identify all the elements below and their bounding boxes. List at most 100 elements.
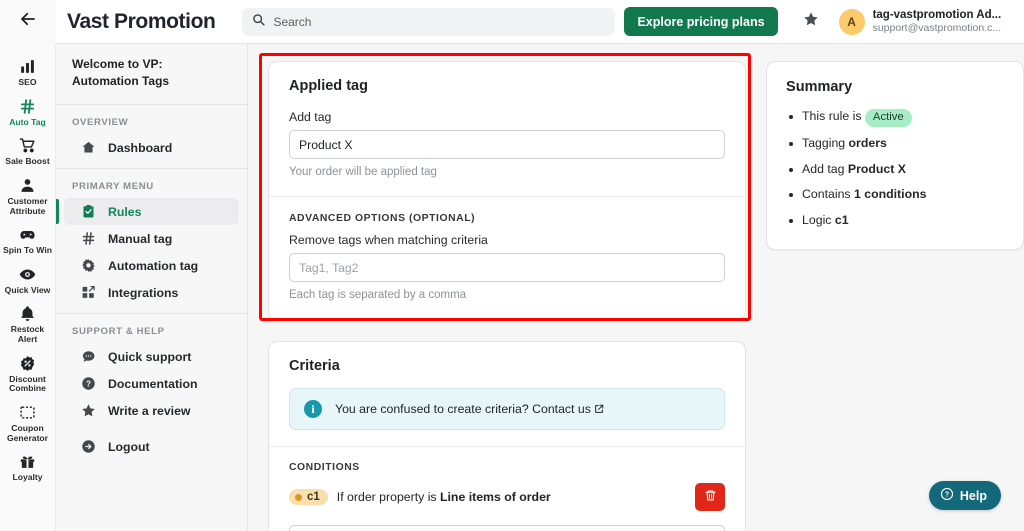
bar-chart-icon: [19, 57, 36, 76]
sidebar-item-documentation[interactable]: ? Documentation: [64, 370, 239, 397]
gear-icon: [80, 258, 97, 273]
sidebar-item-label: Integrations: [108, 285, 179, 300]
condition-row: c1 If order property is Line items of or…: [289, 483, 726, 511]
body: SEO Auto Tag Sale Boost Customer Attribu…: [0, 44, 1024, 531]
summary-item-prefix: This rule is: [802, 109, 862, 123]
condition-pill-label: c1: [307, 491, 320, 503]
gift-icon: [19, 452, 36, 471]
rail-label: Customer Attribute: [7, 195, 48, 216]
help-button-label: Help: [959, 488, 987, 503]
rail-label: Loyalty: [12, 472, 43, 483]
external-link-icon[interactable]: [594, 403, 604, 413]
favorite-star-button[interactable]: [800, 11, 822, 33]
rail-item-coupon-generator[interactable]: Coupon Generator: [0, 398, 55, 447]
applied-tag-top: Applied tag Add tag Your order will be a…: [269, 62, 745, 196]
rail-item-customer-attribute[interactable]: Customer Attribute: [0, 171, 55, 220]
conditions-section: CONDITIONS c1 If order property is Line …: [269, 447, 745, 531]
star-icon: [80, 403, 97, 418]
conditions-heading: CONDITIONS: [289, 462, 360, 473]
clipboard-check-icon: [80, 204, 97, 219]
summary-item-prefix: Add tag: [802, 161, 845, 176]
summary-item: This rule is Active: [786, 109, 1004, 127]
rail-item-restock-alert[interactable]: Restock Alert: [0, 299, 55, 348]
rail-item-discount-combine[interactable]: Discount Combine: [0, 349, 55, 398]
condition-text-value: Line items of order: [440, 490, 551, 504]
integrations-icon: [80, 285, 97, 300]
delete-condition-button[interactable]: [695, 483, 726, 511]
home-icon: [80, 140, 97, 155]
applied-tag-card: Applied tag Add tag Your order will be a…: [268, 61, 747, 320]
criteria-info-banner: i You are confused to create criteria? C…: [289, 388, 726, 430]
chat-bubble-icon: [80, 349, 97, 364]
summary-item: Logic c1: [786, 213, 1004, 229]
info-icon: i: [304, 400, 322, 418]
sidebar-item-automation-tag[interactable]: Automation tag: [64, 252, 239, 279]
help-button[interactable]: ? Help: [928, 481, 1001, 510]
rail-item-seo[interactable]: SEO: [0, 52, 55, 92]
discount-tag-icon: [19, 354, 36, 373]
account-menu[interactable]: A tag-vastpromotion Ad... support@vastpr…: [838, 8, 1001, 35]
pill-dot-icon: [295, 493, 302, 501]
rail-label: Spin To Win: [3, 245, 52, 256]
rail-item-quick-view[interactable]: Quick View: [0, 260, 55, 300]
sidebar-section-primary-menu: PRIMARY MENU Rules Manual tag Automation…: [56, 168, 247, 306]
condition-text-prefix: If order property is: [336, 490, 437, 504]
search-bar[interactable]: [242, 7, 616, 36]
arrow-left-icon: [19, 10, 37, 33]
sidebar-item-write-a-review[interactable]: Write a review: [64, 397, 239, 424]
section-heading: SUPPORT & HELP: [72, 326, 165, 338]
rail-item-sale-boost[interactable]: Sale Boost: [0, 131, 55, 171]
add-tag-help: Your order will be applied tag: [289, 166, 437, 178]
sidebar-item-integrations[interactable]: Integrations: [64, 279, 239, 306]
criteria-title: Criteria: [289, 358, 340, 374]
rail-label: Coupon Generator: [6, 422, 49, 443]
status-badge: Active: [864, 109, 912, 127]
summary-item-value: c1: [834, 212, 849, 227]
rail-item-auto-tag[interactable]: Auto Tag: [0, 92, 55, 132]
summary-item: Tagging orders: [786, 136, 1004, 152]
star-icon: [803, 11, 819, 32]
rail-item-spin-to-win[interactable]: Spin To Win: [0, 220, 55, 260]
trash-icon: [704, 489, 717, 505]
question-circle-icon: ?: [940, 487, 954, 504]
eye-icon: [19, 265, 36, 284]
sidebar-item-dashboard[interactable]: Dashboard: [64, 134, 239, 161]
sidebar-item-label: Rules: [108, 204, 142, 219]
condition-property-input[interactable]: [289, 525, 726, 531]
rail-item-loyalty[interactable]: Loyalty: [0, 447, 55, 487]
remove-tags-label: Remove tags when matching criteria: [289, 233, 488, 247]
back-button[interactable]: [0, 0, 56, 44]
app-rail: SEO Auto Tag Sale Boost Customer Attribu…: [0, 44, 56, 531]
explore-pricing-plans-button[interactable]: Explore pricing plans: [624, 7, 778, 36]
applied-tag-title: Applied tag: [289, 78, 368, 94]
search-input[interactable]: [273, 14, 606, 29]
shopping-cart-icon: [19, 136, 36, 155]
sidebar-item-label: Documentation: [108, 376, 198, 391]
svg-text:?: ?: [945, 492, 949, 499]
rail-label: Auto Tag: [9, 116, 46, 127]
summary-list: This rule is Active Tagging orders Add t…: [786, 109, 1004, 229]
sidebar-item-quick-support[interactable]: Quick support: [64, 343, 239, 370]
remove-tags-input[interactable]: [289, 253, 726, 282]
advanced-options-heading: ADVANCED OPTIONS (OPTIONAL): [289, 213, 476, 224]
summary-item: Contains 1 conditions: [786, 187, 1004, 203]
rail-label: Discount Combine: [9, 373, 46, 394]
add-tag-label: Add tag: [289, 110, 332, 124]
rail-label: Restock Alert: [10, 324, 45, 344]
account-text: tag-vastpromotion Ad... support@vastprom…: [873, 8, 1001, 35]
add-tag-input[interactable]: [289, 130, 726, 159]
banner-message: You are confused to create criteria? Con…: [335, 402, 591, 416]
section-heading: OVERVIEW: [72, 117, 129, 129]
advanced-options-section: ADVANCED OPTIONS (OPTIONAL) Remove tags …: [269, 197, 745, 319]
sidebar-item-rules[interactable]: Rules: [56, 198, 239, 226]
rail-label: SEO: [18, 77, 37, 87]
sidebar-welcome: Welcome to VP: Automation Tags: [56, 44, 247, 106]
person-icon: [19, 176, 36, 195]
summary-item: Add tag Product X: [786, 162, 1004, 178]
sidebar-item-manual-tag[interactable]: Manual tag: [64, 225, 239, 252]
bell-icon: [19, 304, 36, 323]
sidebar-item-logout[interactable]: Logout: [64, 433, 239, 460]
sidebar-item-label: Dashboard: [108, 140, 173, 155]
summary-item-value: orders: [848, 136, 887, 151]
